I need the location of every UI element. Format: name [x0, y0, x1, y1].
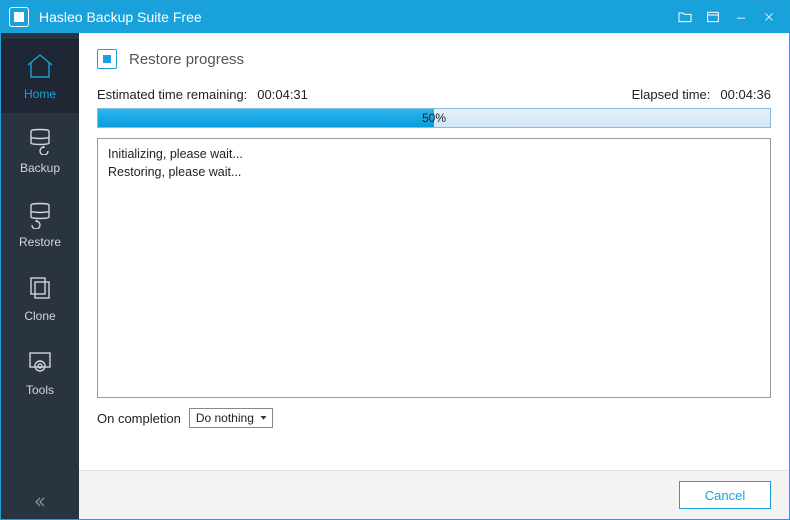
sidebar-item-label: Tools	[1, 383, 79, 397]
elapsed-label: Elapsed time:	[632, 87, 711, 102]
tools-icon	[1, 345, 79, 379]
sidebar-item-backup[interactable]: Backup	[1, 113, 79, 187]
sidebar-item-tools[interactable]: Tools	[1, 335, 79, 409]
sidebar-item-restore[interactable]: Restore	[1, 187, 79, 261]
completion-row: On completion Do nothing	[97, 398, 771, 440]
content-area: Restore progress Estimated time remainin…	[79, 33, 789, 519]
eta-value: 00:04:31	[257, 87, 308, 102]
log-box: Initializing, please wait...Restoring, p…	[97, 138, 771, 398]
progress-bar: 50%	[97, 108, 771, 128]
footer: Cancel	[79, 470, 789, 519]
completion-select[interactable]: Do nothing	[189, 408, 273, 428]
progress-fill	[98, 109, 434, 127]
log-line: Initializing, please wait...	[108, 145, 760, 163]
backup-icon	[1, 123, 79, 157]
chevron-down-icon	[259, 411, 268, 425]
sidebar-item-label: Home	[1, 87, 79, 101]
time-row: Estimated time remaining: 00:04:31 Elaps…	[97, 87, 771, 102]
app-logo-icon	[9, 7, 29, 27]
sidebar-item-label: Restore	[1, 235, 79, 249]
close-button[interactable]	[755, 3, 783, 31]
sidebar: Home Backup Restore Clone Tools	[1, 33, 79, 519]
restore-icon	[1, 197, 79, 231]
eta-label: Estimated time remaining:	[97, 87, 247, 102]
sidebar-collapse-button[interactable]	[1, 485, 79, 519]
cancel-button-label: Cancel	[705, 488, 745, 503]
minimize-button[interactable]	[727, 3, 755, 31]
page-header: Restore progress	[79, 33, 789, 79]
window-layout-icon[interactable]	[699, 3, 727, 31]
completion-label: On completion	[97, 411, 181, 426]
clone-icon	[1, 271, 79, 305]
titlebar: Hasleo Backup Suite Free	[1, 1, 789, 33]
home-icon	[1, 49, 79, 83]
log-line: Restoring, please wait...	[108, 163, 760, 181]
open-log-icon[interactable]	[671, 3, 699, 31]
restore-progress-icon	[97, 49, 117, 69]
sidebar-item-label: Clone	[1, 309, 79, 323]
sidebar-item-label: Backup	[1, 161, 79, 175]
progress-percent: 50%	[422, 111, 446, 125]
sidebar-item-home[interactable]: Home	[1, 39, 79, 113]
completion-selected: Do nothing	[196, 411, 254, 425]
elapsed-value: 00:04:36	[720, 87, 771, 102]
app-title: Hasleo Backup Suite Free	[39, 9, 202, 25]
cancel-button[interactable]: Cancel	[679, 481, 771, 509]
page-title: Restore progress	[129, 51, 244, 68]
sidebar-item-clone[interactable]: Clone	[1, 261, 79, 335]
